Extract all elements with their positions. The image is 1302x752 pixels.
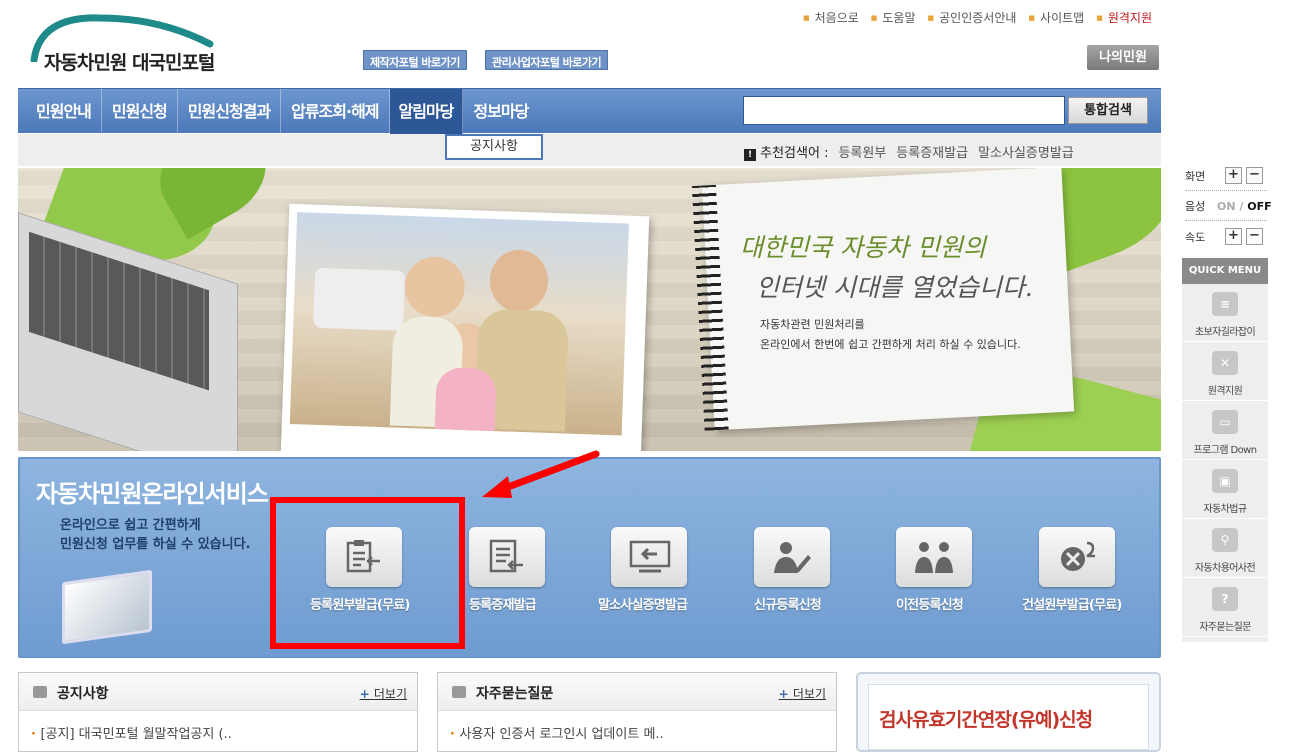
nav-result[interactable]: 민원신청결과 <box>178 89 282 134</box>
quick-program-download[interactable]: ▭ 프로그램 Down <box>1182 402 1268 460</box>
zoom-out-button[interactable]: − <box>1246 167 1263 184</box>
service-transfer-registration-button[interactable] <box>896 527 972 587</box>
person-pen-icon <box>774 542 811 573</box>
recommend-term[interactable]: 등록증재발급 <box>896 142 968 161</box>
services-title: 자동차민원온라인서비스 <box>36 480 269 508</box>
banner-sub-2: 온라인에서 한번에 쉽고 간편하게 처리 하실 수 있습니다. <box>760 338 1021 351</box>
services-desc-line-1: 온라인으로 쉽고 간편하게 <box>60 518 201 533</box>
highlight-box <box>270 497 465 649</box>
search-icon: ⚲ <box>1212 528 1238 552</box>
service-label-construction[interactable]: 건설원부발급(무료) <box>1022 594 1122 613</box>
service-label-new-registration[interactable]: 신규등록신청 <box>754 594 822 613</box>
divider <box>1185 220 1267 221</box>
voice-label: 음성 <box>1185 200 1206 213</box>
util-remote-support-link[interactable]: 원격지원 <box>1096 9 1152 26</box>
zoom-in-button[interactable]: + <box>1225 167 1242 184</box>
recommend-term[interactable]: 말소사실증명발급 <box>978 142 1074 161</box>
maker-portal-button[interactable]: 제작자포털 바로가기 <box>363 50 467 70</box>
nav-seizure[interactable]: 압류조회·해제 <box>281 89 390 134</box>
services-desc: 온라인으로 쉽고 간편하게 민원신청 업무를 하실 수 있습니다. <box>60 516 250 554</box>
util-help-link[interactable]: 도움말 <box>871 9 915 26</box>
banner-sub-1: 자동차관련 민원처리를 <box>760 318 865 331</box>
nav-info[interactable]: 정보마당 <box>463 89 538 134</box>
search-input[interactable] <box>743 96 1065 125</box>
quick-beginner-guide[interactable]: ≡ 초보자길라잡이 <box>1182 284 1268 342</box>
quick-menu: ≡ 초보자길라잡이 ✕ 원격지원 ▭ 프로그램 Down ▣ 자동차법규 ⚲ 자… <box>1182 284 1268 642</box>
screen-label: 화면 <box>1185 169 1206 183</box>
service-cancel-cert-button[interactable] <box>611 527 687 587</box>
quick-faq[interactable]: ? 자주묻는질문 <box>1182 579 1268 637</box>
car-icon: ▣ <box>1212 469 1238 493</box>
recommended-search: ! 추천검색어 : 등록원부 등록증재발급 말소사실증명발급 <box>744 142 1074 161</box>
tools-icon: ✕ <box>1212 351 1238 375</box>
faq-icon <box>452 686 466 698</box>
recommend-label: 추천검색어 : <box>760 146 829 161</box>
util-home-link[interactable]: 처음으로 <box>803 9 859 26</box>
recommend-term[interactable]: 등록원부 <box>838 142 886 161</box>
monitor-arrow-icon <box>629 540 671 573</box>
search-button[interactable]: 통합검색 <box>1068 97 1148 124</box>
promo-text: 검사유효기간연장(유예)신청 <box>879 709 1093 731</box>
notice-title: 공지사항 <box>57 686 109 702</box>
nav-notice-board[interactable]: 알림마당 <box>389 89 464 134</box>
wrench-document-icon <box>1061 541 1095 571</box>
utility-links: 처음으로 도움말 공인인증서안내 사이트맵 원격지원 <box>803 9 1152 26</box>
voice-control: 음성 ON / OFF <box>1185 198 1272 214</box>
screen-zoom-control: 화면 + − <box>1185 167 1263 184</box>
logo[interactable]: 자동차민원 대국민포털 <box>44 48 215 75</box>
services-desc-line-2: 민원신청 업무를 하실 수 있습니다. <box>60 537 251 552</box>
nav-guide[interactable]: 민원안내 <box>26 89 102 134</box>
service-label-reissue[interactable]: 등록증재발급 <box>469 594 537 613</box>
my-civil-button[interactable]: 나의민원 <box>1087 45 1159 70</box>
divider <box>1185 190 1267 191</box>
nav-apply[interactable]: 민원신청 <box>102 89 178 134</box>
inspection-extension-banner[interactable]: 검사유효기간연장(유예)신청 <box>856 672 1161 752</box>
notice-more-link[interactable]: 더보기 <box>360 685 407 702</box>
faq-item[interactable]: 사용자 인증서 로그인시 업데이트 메.. <box>450 723 663 742</box>
banner-headline-1: 대한민국 자동차 민원의 <box>740 233 986 262</box>
banner-headline-2: 인터넷 시대를 열었습니다. <box>756 273 1033 302</box>
faq-more-link[interactable]: 더보기 <box>779 685 826 702</box>
business-portal-button[interactable]: 관리사업자포털 바로가기 <box>485 50 609 70</box>
notice-icon <box>33 686 47 698</box>
quick-menu-title: QUICK MENU <box>1182 258 1268 284</box>
family-photo <box>280 203 650 451</box>
service-new-registration-button[interactable] <box>754 527 830 587</box>
service-reissue-button[interactable] <box>469 527 545 587</box>
voice-on-label: ON / <box>1217 199 1244 213</box>
voice-toggle[interactable]: ON / OFF <box>1217 200 1272 213</box>
monitor-image <box>62 569 152 645</box>
quick-car-dictionary[interactable]: ⚲ 자동차용어사전 <box>1182 520 1268 578</box>
util-cert-link[interactable]: 공인인증서안내 <box>928 9 1016 26</box>
faq-box: 자주묻는질문 더보기 사용자 인증서 로그인시 업데이트 메.. <box>437 672 837 752</box>
document-icon: ≡ <box>1212 292 1238 316</box>
quick-remote-support[interactable]: ✕ 원격지원 <box>1182 343 1268 401</box>
speed-label: 속도 <box>1185 230 1206 244</box>
notice-item[interactable]: [공지] 대국민포털 월말작업공지 (.. <box>31 723 231 742</box>
faq-title: 자주묻는질문 <box>476 686 554 702</box>
speed-control: 속도 + − <box>1185 228 1263 245</box>
service-construction-record-button[interactable] <box>1039 527 1115 587</box>
voice-off-label: OFF <box>1247 199 1272 213</box>
alert-icon: ! <box>744 149 756 161</box>
quick-car-law[interactable]: ▣ 자동차법규 <box>1182 461 1268 519</box>
question-icon: ? <box>1212 587 1238 611</box>
util-sitemap-link[interactable]: 사이트맵 <box>1028 9 1084 26</box>
notice-box: 공지사항 더보기 [공지] 대국민포털 월말작업공지 (.. <box>18 672 418 752</box>
submenu-notice[interactable]: 공지사항 <box>445 134 543 160</box>
speed-up-button[interactable]: + <box>1225 228 1242 245</box>
monitor-icon: ▭ <box>1212 410 1238 434</box>
service-label-transfer[interactable]: 이전등록신청 <box>896 594 964 613</box>
main-banner <box>18 168 1161 451</box>
speed-down-button[interactable]: − <box>1246 228 1263 245</box>
document-arrow-icon <box>489 539 523 573</box>
service-label-cancel-cert[interactable]: 말소사실증명발급 <box>598 594 688 613</box>
people-transfer-icon <box>915 542 953 573</box>
red-arrow-icon <box>482 450 600 498</box>
